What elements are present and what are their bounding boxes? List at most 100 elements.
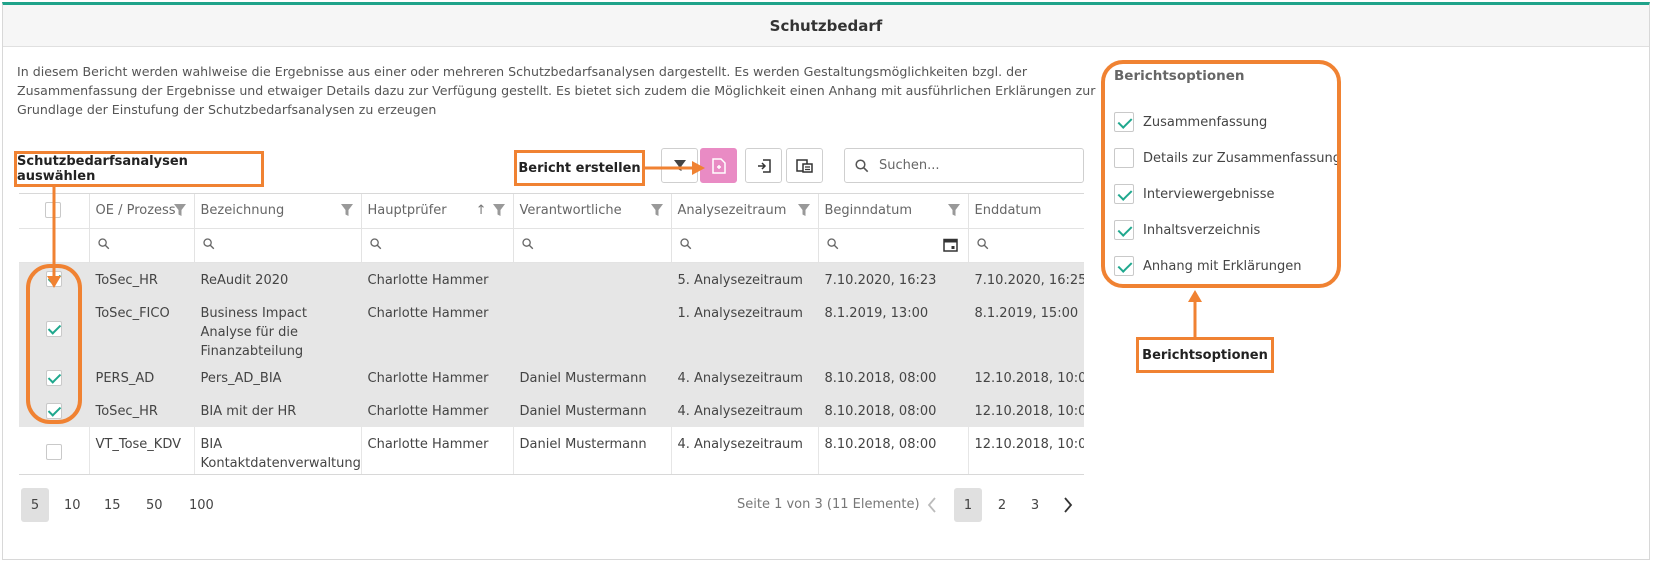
page-size-15[interactable]: 15: [98, 488, 127, 522]
filter-cell[interactable]: [361, 228, 514, 263]
col-label-bezeichnung: Bezeichnung: [200, 203, 285, 218]
row-select-cell[interactable]: [19, 427, 90, 474]
row-checkbox[interactable]: [45, 444, 62, 460]
search-icon: [521, 237, 533, 249]
search-icon: [369, 237, 381, 249]
search-icon: [826, 237, 838, 249]
table-row[interactable]: ToSec_HR BIA mit der HR Charlotte Hammer…: [19, 394, 1084, 427]
options-highlight-ring: [1101, 60, 1341, 288]
col-header-beginn[interactable]: Beginndatum: [818, 194, 969, 229]
cell-bezeichnung: Business Impact Analyse für die Finanzab…: [194, 296, 362, 361]
cell-hauptpruefer: Charlotte Hammer: [361, 427, 514, 474]
annotation-report-options: Berichtsoptionen: [1136, 337, 1274, 373]
report-description: In diesem Bericht werden wahlweise die E…: [17, 64, 1096, 117]
cell-verantwortliche: [513, 296, 672, 361]
page-size-100[interactable]: 100: [183, 488, 220, 522]
page-1-button[interactable]: 1: [954, 488, 982, 522]
filter-row: [19, 228, 1084, 263]
cell-beginn: 8.10.2018, 08:00: [818, 427, 969, 474]
filter-icon[interactable]: [340, 204, 353, 217]
col-label-beginn: Beginndatum: [824, 203, 912, 218]
cell-oe: PERS_AD: [89, 361, 195, 394]
filter-icon[interactable]: [173, 204, 186, 217]
col-label-zeitraum: Analysezeitraum: [677, 203, 787, 218]
table-row[interactable]: VT_Tose_KDV BIA Kontaktdatenverwaltung C…: [19, 427, 1084, 474]
filter-icon[interactable]: [650, 204, 663, 217]
select-all-checkbox[interactable]: [45, 202, 61, 218]
pager-info: Seite 1 von 3 (11 Elemente): [737, 497, 920, 512]
next-page-button[interactable]: [1054, 488, 1082, 522]
page-title: Schutzbedarf: [769, 16, 883, 35]
cell-hauptpruefer: Charlotte Hammer: [361, 296, 514, 361]
col-label-ende: Enddatum: [974, 203, 1042, 218]
copy-report-button[interactable]: [786, 148, 823, 183]
cell-ende: 12.10.2018, 10:00: [968, 361, 1084, 394]
chevron-right-icon: [1064, 497, 1073, 513]
search-icon: [855, 158, 869, 172]
filter-cell[interactable]: [89, 228, 195, 263]
chevron-left-icon: [927, 497, 936, 513]
table-row[interactable]: ToSec_FICO Business Impact Analyse für d…: [19, 296, 1084, 361]
cell-ende: 12.10.2018, 10:00: [968, 394, 1084, 427]
search-icon: [679, 237, 691, 249]
filter-cell[interactable]: [513, 228, 672, 263]
cell-oe: ToSec_HR: [89, 394, 195, 427]
filter-icon[interactable]: [492, 204, 505, 217]
col-header-hauptpruefer[interactable]: Hauptprüfer ↑: [361, 194, 514, 229]
filter-cell[interactable]: [968, 228, 1084, 263]
page-3-button[interactable]: 3: [1021, 488, 1049, 522]
clear-filter-button[interactable]: [661, 148, 698, 183]
cell-oe: VT_Tose_KDV: [89, 427, 195, 474]
filter-cell[interactable]: [818, 228, 969, 263]
cell-verantwortliche: Daniel Mustermann: [513, 427, 672, 474]
search-icon: [202, 237, 214, 249]
cell-hauptpruefer: Charlotte Hammer: [361, 394, 514, 427]
annotation-select-analyses: Schutzbedarfsanalysen auswählen: [14, 151, 264, 187]
cell-beginn: 7.10.2020, 16:23: [818, 262, 969, 296]
import-button[interactable]: [745, 148, 782, 183]
calendar-icon[interactable]: [942, 237, 958, 252]
filter-icon[interactable]: [947, 204, 960, 217]
cell-beginn: 8.10.2018, 08:00: [818, 361, 969, 394]
search-box[interactable]: [844, 148, 1084, 183]
filter-cell-select: [19, 228, 90, 263]
cell-zeitraum: 4. Analysezeitraum: [671, 427, 819, 474]
cell-bezeichnung: Pers_AD_BIA: [194, 361, 362, 394]
cell-ende: 7.10.2020, 16:25: [968, 262, 1084, 296]
analyses-table: OE / Prozess Bezeichnung Hauptprüfer ↑ V…: [19, 194, 1084, 474]
cell-hauptpruefer: Charlotte Hammer: [361, 262, 514, 296]
page-2-button[interactable]: 2: [988, 488, 1016, 522]
cell-zeitraum: 4. Analysezeitraum: [671, 394, 819, 427]
col-header-ende[interactable]: Enddatum: [968, 194, 1084, 229]
cell-beginn: 8.1.2019, 13:00: [818, 296, 969, 361]
filter-cell[interactable]: [194, 228, 362, 263]
col-label-oe: OE / Prozess: [95, 203, 176, 218]
filter-cell[interactable]: [671, 228, 819, 263]
search-input[interactable]: [877, 157, 1067, 174]
create-report-button[interactable]: [700, 148, 737, 183]
report-create-icon: [711, 157, 726, 174]
table-row[interactable]: ToSec_HR ReAudit 2020 Charlotte Hammer 5…: [19, 262, 1084, 296]
col-header-bezeichnung[interactable]: Bezeichnung: [194, 194, 362, 229]
col-header-verantwortliche[interactable]: Verantwortliche: [513, 194, 672, 229]
table-row[interactable]: PERS_AD Pers_AD_BIA Charlotte Hammer Dan…: [19, 361, 1084, 394]
col-header-oe[interactable]: OE / Prozess: [89, 194, 195, 229]
cell-bezeichnung: BIA Kontaktdatenverwaltung: [194, 427, 362, 474]
cell-verantwortliche: [513, 262, 672, 296]
sort-ascending-icon[interactable]: ↑: [476, 203, 487, 218]
import-icon: [757, 158, 771, 173]
analyses-grid: OE / Prozess Bezeichnung Hauptprüfer ↑ V…: [19, 193, 1084, 475]
page-size-50[interactable]: 50: [140, 488, 169, 522]
col-header-zeitraum[interactable]: Analysezeitraum: [671, 194, 819, 229]
cell-zeitraum: 5. Analysezeitraum: [671, 262, 819, 296]
cell-ende: 12.10.2018, 10:00: [968, 427, 1084, 474]
page-size-5[interactable]: 5: [21, 488, 49, 522]
prev-page-button[interactable]: [918, 488, 946, 522]
filter-icon[interactable]: [797, 204, 810, 217]
page-size-10[interactable]: 10: [58, 488, 87, 522]
copy-report-icon: [795, 158, 813, 173]
select-all-header[interactable]: [19, 194, 90, 229]
cell-ende: 8.1.2019, 15:00: [968, 296, 1084, 361]
cell-verantwortliche: Daniel Mustermann: [513, 394, 672, 427]
cell-bezeichnung: ReAudit 2020: [194, 262, 362, 296]
